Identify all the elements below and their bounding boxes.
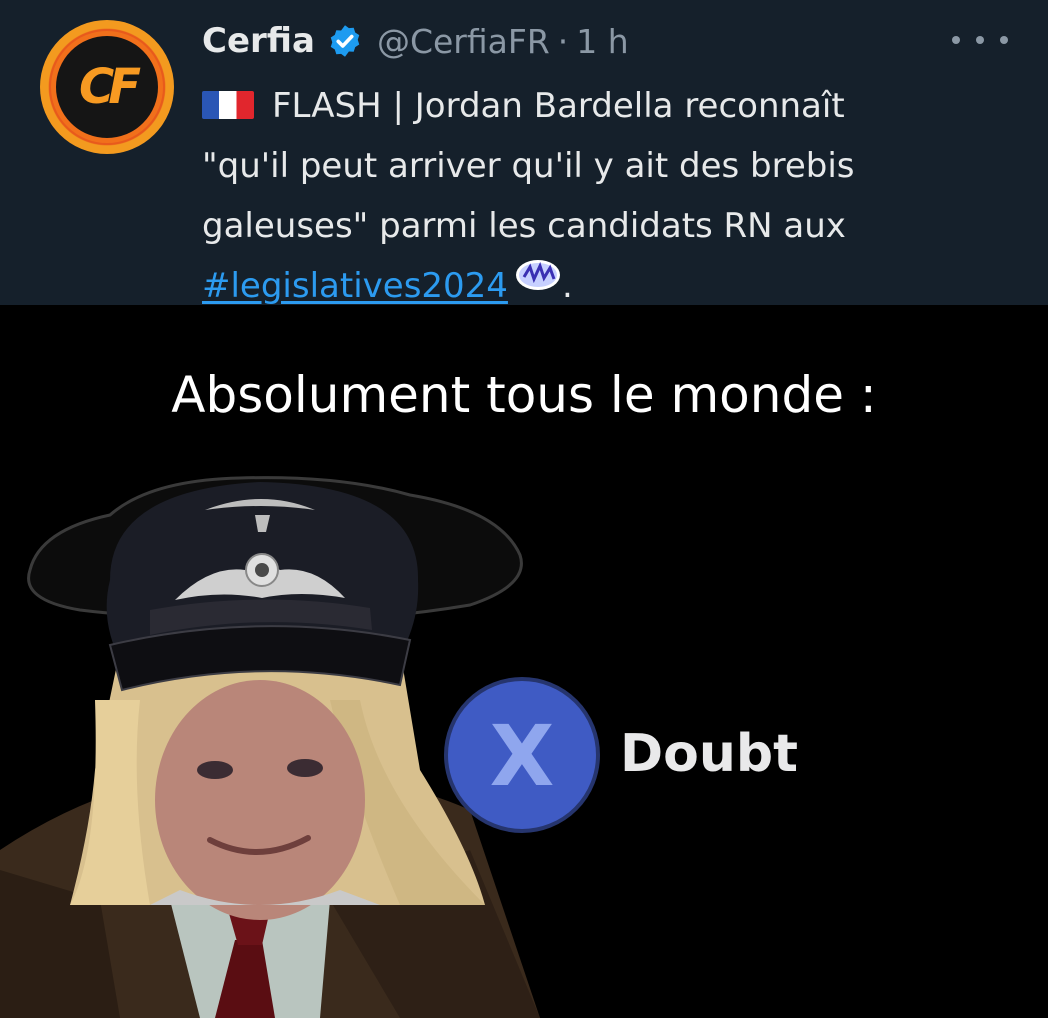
x-button-icon[interactable]: X — [444, 677, 600, 833]
author-name[interactable]: Cerfia — [202, 21, 315, 61]
tweet-line-1: FLASH | Jordan Bardella reconnaît — [202, 76, 1022, 136]
avatar-initials: CF — [78, 59, 141, 115]
tweet-text-line: FLASH | Jordan Bardella reconnaît — [272, 86, 845, 126]
hashtag-link[interactable]: #legislatives2024 — [202, 266, 508, 306]
tweet-line-3: galeuses" parmi les candidats RN aux — [202, 206, 846, 246]
more-options-icon[interactable] — [952, 22, 1008, 58]
verified-badge-icon — [330, 25, 360, 57]
x-button-glyph: X — [490, 707, 555, 805]
avatar-logo: CF — [51, 31, 163, 143]
france-flag-icon — [202, 91, 254, 119]
author-handle[interactable]: @CerfiaFR — [377, 22, 550, 61]
meme-illustration: X — [0, 476, 600, 1018]
election-sticker-icon — [515, 260, 560, 290]
tweet-text: FLASH | Jordan Bardella reconnaît "qu'il… — [202, 76, 1022, 316]
avatar[interactable]: CF — [40, 20, 174, 154]
doubt-label: Doubt — [620, 724, 798, 784]
tweet-line-2: "qu'il peut arriver qu'il y ait des breb… — [202, 146, 855, 186]
tweet-line-4: #legislatives2024 . — [202, 256, 1022, 316]
tweet-card: CF Cerfia @CerfiaFR · 1 h FLASH | Jordan… — [0, 0, 1048, 306]
timestamp[interactable]: 1 h — [576, 22, 628, 61]
tweet-header: Cerfia @CerfiaFR · 1 h — [202, 18, 629, 64]
meme-image: X Doubt — [0, 470, 1048, 1018]
tweet-end-punctuation: . — [561, 266, 573, 306]
meme-caption: Absolument tous le monde : — [171, 366, 877, 424]
meta-separator: · — [557, 21, 569, 61]
